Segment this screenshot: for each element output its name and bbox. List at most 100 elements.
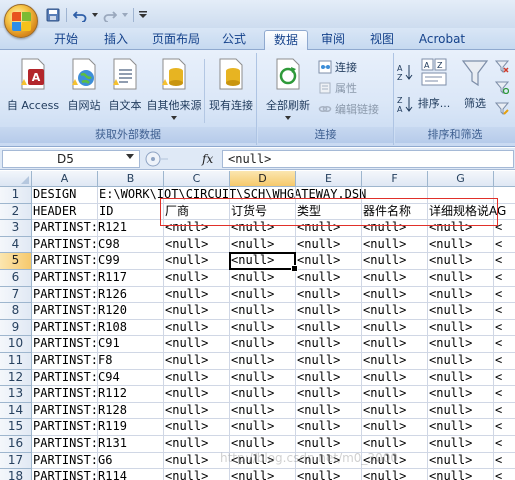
redo-dropdown-icon[interactable] — [121, 6, 129, 24]
cell-b4[interactable] — [98, 236, 164, 254]
cell-f6[interactable]: <null> — [362, 270, 428, 287]
column-header-b[interactable]: B — [98, 171, 164, 187]
cell-c18[interactable]: <null> — [164, 469, 230, 480]
from-text-button[interactable]: 自文本 — [104, 57, 146, 113]
refresh-all-button[interactable]: 全部刷新 — [262, 57, 314, 120]
cell-d18[interactable]: <null> — [230, 469, 296, 480]
sort-ascending-button[interactable]: AZ — [397, 63, 413, 81]
column-header-d[interactable]: D — [230, 171, 296, 187]
formula-input[interactable]: <null> — [222, 150, 514, 168]
cell-partial[interactable]: < — [494, 303, 515, 320]
cell-f10[interactable]: <null> — [362, 336, 428, 353]
from-access-button[interactable]: A 自 Access — [6, 57, 60, 113]
row-header-16[interactable]: 16 — [0, 436, 32, 453]
cell-f18[interactable]: <null> — [362, 469, 428, 480]
cell-c4[interactable]: <null> — [164, 236, 230, 254]
cell-b12[interactable] — [98, 369, 164, 387]
sort-button[interactable]: A Z 排序... — [415, 57, 453, 111]
cell-d10[interactable]: <null> — [230, 336, 296, 353]
cell-a18[interactable]: PARTINST:R114 — [32, 469, 127, 480]
cell-c8[interactable]: <null> — [164, 303, 230, 320]
cell-b10[interactable] — [98, 336, 164, 353]
cell-g4[interactable]: <null> — [428, 236, 494, 254]
cell-partial[interactable]: < — [494, 353, 515, 370]
cell-g10[interactable]: <null> — [428, 336, 494, 353]
row-header-18[interactable]: 18 — [0, 469, 32, 480]
sort-descending-button[interactable]: ZA — [397, 95, 413, 113]
cell-partial[interactable]: < — [494, 403, 515, 420]
tab-view[interactable]: 视图 — [362, 30, 402, 50]
cell-a4[interactable]: PARTINST:C98 — [32, 236, 120, 254]
column-header-f[interactable]: F — [362, 171, 428, 187]
row-header-11[interactable]: 11 — [0, 353, 32, 370]
cell-b1[interactable]: E:\WORK\IOT\CIRCUIT\SCH\WHGATEWAY.DSN — [98, 187, 366, 204]
cell-b6[interactable] — [98, 270, 164, 287]
cell-a2[interactable]: HEADER — [32, 203, 98, 221]
cell-d3[interactable]: <null> — [230, 220, 296, 237]
column-header-c[interactable]: C — [164, 171, 230, 187]
connections-button[interactable]: 连接 — [318, 59, 357, 75]
cell-g15[interactable]: <null> — [428, 419, 494, 436]
cell-e15[interactable]: <null> — [296, 419, 362, 436]
cell-partial[interactable]: < — [494, 436, 515, 453]
cell-f14[interactable]: <null> — [362, 402, 428, 420]
tab-formulas[interactable]: 公式 — [214, 30, 254, 50]
cell-d14[interactable]: <null> — [230, 402, 296, 420]
cell-a17[interactable]: PARTINST:G6 — [32, 452, 112, 470]
tab-review[interactable]: 审阅 — [313, 30, 353, 50]
cell-partial[interactable]: < — [494, 386, 515, 403]
from-web-button[interactable]: 自网站 — [62, 57, 106, 113]
cell-e10[interactable]: <null> — [296, 336, 362, 353]
cell-c11[interactable]: <null> — [164, 353, 230, 370]
cell-partial[interactable]: < — [494, 270, 515, 287]
cell-partial[interactable]: < — [494, 370, 515, 387]
cell-b7[interactable] — [98, 286, 164, 304]
insert-function-icon[interactable]: fx — [202, 150, 213, 168]
cell-b16[interactable] — [98, 436, 164, 453]
cell-partial[interactable]: < — [494, 419, 515, 436]
cell-a1[interactable]: DESIGN — [32, 187, 98, 204]
cell-a11[interactable]: PARTINST:F8 — [32, 353, 112, 370]
cell-b5[interactable] — [98, 253, 164, 270]
cell-d6[interactable]: <null> — [230, 270, 296, 287]
cell-g18[interactable]: <null> — [428, 469, 494, 480]
row-header-1[interactable]: 1 — [0, 187, 32, 204]
row-header-6[interactable]: 6 — [0, 270, 32, 287]
office-button[interactable] — [4, 4, 38, 38]
cell-a13[interactable]: PARTINST:R112 — [32, 386, 127, 403]
column-header-e[interactable]: E — [296, 171, 362, 187]
cell-g14[interactable]: <null> — [428, 402, 494, 420]
customize-qat-icon[interactable] — [138, 6, 148, 24]
cell-b8[interactable] — [98, 303, 164, 320]
cell-d9[interactable]: <null> — [230, 319, 296, 337]
cell-d8[interactable]: <null> — [230, 303, 296, 320]
cell-partial[interactable] — [494, 204, 515, 221]
cell-g16[interactable]: <null> — [428, 436, 494, 453]
cell-f8[interactable]: <null> — [362, 303, 428, 320]
row-header-5[interactable]: 5 — [0, 253, 32, 270]
cell-c12[interactable]: <null> — [164, 369, 230, 387]
cell-d12[interactable]: <null> — [230, 369, 296, 387]
cell-f4[interactable]: <null> — [362, 236, 428, 254]
cell-g7[interactable]: <null> — [428, 286, 494, 304]
reapply-filter-button[interactable] — [495, 80, 509, 94]
cell-a16[interactable]: PARTINST:R131 — [32, 436, 127, 453]
tab-insert[interactable]: 插入 — [96, 30, 136, 50]
cell-f1[interactable] — [362, 187, 428, 204]
name-box-dropdown-icon[interactable] — [126, 154, 134, 159]
cell-c14[interactable]: <null> — [164, 402, 230, 420]
cell-f2[interactable]: 器件名称 — [362, 203, 428, 221]
cell-b3[interactable] — [98, 220, 164, 237]
cell-a10[interactable]: PARTINST:C91 — [32, 336, 120, 353]
cell-d4[interactable]: <null> — [230, 236, 296, 254]
cell-c3[interactable]: <null> — [164, 220, 230, 237]
cell-g17[interactable]: <null> — [428, 452, 494, 470]
column-header-g[interactable]: G — [428, 171, 494, 187]
cell-a15[interactable]: PARTINST:R119 — [32, 419, 127, 436]
column-header-a[interactable]: A — [32, 171, 98, 187]
cell-e13[interactable]: <null> — [296, 386, 362, 403]
row-header-9[interactable]: 9 — [0, 319, 32, 337]
name-box[interactable]: D5 — [2, 150, 140, 168]
row-header-2[interactable]: 2 — [0, 203, 32, 221]
cell-e1[interactable] — [296, 187, 362, 204]
